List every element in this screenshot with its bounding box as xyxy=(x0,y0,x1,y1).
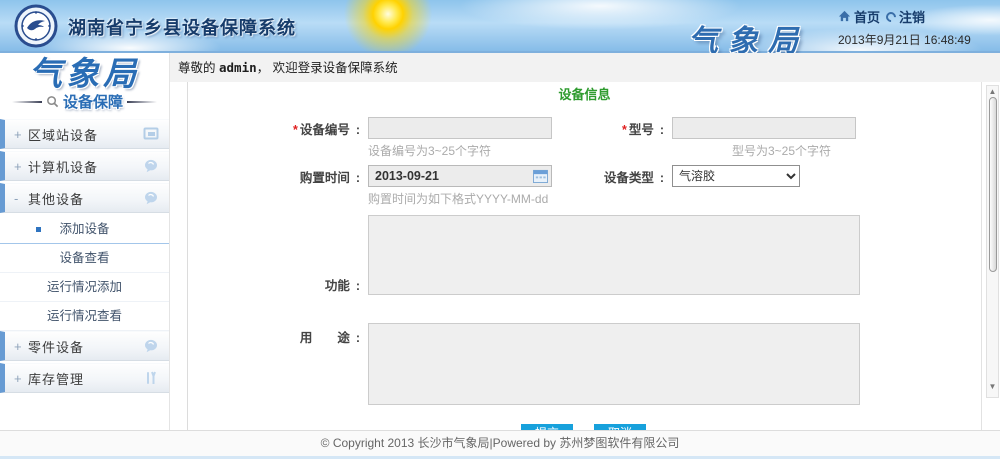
sidebar-item-inventory[interactable]: + 库存管理 xyxy=(0,363,169,393)
comment-icon xyxy=(143,190,159,206)
sidebar-item-label: 库存管理 xyxy=(28,369,143,388)
calendar-icon[interactable] xyxy=(533,169,548,183)
purchase-date-input[interactable] xyxy=(368,165,552,187)
sidebar-submenu-other-devices: 添加设备 设备查看 运行情况添加 运行情况查看 xyxy=(0,215,169,331)
active-bullet-icon xyxy=(36,227,41,232)
expand-plus-icon: + xyxy=(14,339,28,354)
usage-label: 用 途: xyxy=(188,323,360,346)
model-label: *型号: xyxy=(552,119,664,138)
scrollbar-thumb[interactable] xyxy=(989,97,997,272)
sidebar-item-regional-station[interactable]: + 区域站设备 xyxy=(0,119,169,149)
sidebar-menu: + 区域站设备 + 计算机设备 - xyxy=(0,119,169,393)
device-type-label: 设备类型: xyxy=(552,167,664,186)
expand-plus-icon: + xyxy=(14,371,28,386)
comment-icon xyxy=(143,158,159,174)
sidebar-subitem-add-run-status[interactable]: 运行情况添加 xyxy=(0,273,169,302)
comment-icon xyxy=(143,338,159,354)
header: 湖南省宁乡县设备保障系统 气象局 首页 注销 2013年9月21日 16:48:… xyxy=(0,0,1000,53)
model-input[interactable] xyxy=(672,117,856,139)
logout-link-label: 注销 xyxy=(899,7,925,26)
device-no-label: *设备编号: xyxy=(188,119,360,138)
form-title: 设备信息 xyxy=(188,84,981,103)
sidebar-subitem-label: 设备查看 xyxy=(59,251,109,265)
main-content: 尊敬的 admin， 欢迎登录设备保障系统 设备信息 *设备编号: *型号: 设… xyxy=(170,53,1000,430)
header-datetime: 2013年9月21日 16:48:49 xyxy=(838,31,988,48)
decorative-line xyxy=(12,101,42,103)
vertical-scrollbar[interactable]: ▲ ▼ xyxy=(986,85,999,398)
system-title: 湖南省宁乡县设备保障系统 xyxy=(68,14,296,40)
bureau-emblem-logo xyxy=(14,4,58,48)
decorative-line xyxy=(127,101,157,103)
device-type-select[interactable]: 气溶胶 xyxy=(672,165,800,187)
sidebar-logo-subtitle: 设备保障 xyxy=(63,91,123,112)
sidebar-logo: 气象局 设备保障 xyxy=(0,53,169,115)
monitor-icon xyxy=(143,126,159,142)
sidebar-subitem-label: 运行情况查看 xyxy=(47,309,122,323)
required-mark: * xyxy=(293,123,298,137)
required-mark: * xyxy=(622,123,627,137)
function-textarea[interactable] xyxy=(368,215,860,295)
sidebar-subitem-add-device[interactable]: 添加设备 xyxy=(0,215,169,244)
sidebar-subitem-view-run-status[interactable]: 运行情况查看 xyxy=(0,302,169,331)
logout-icon xyxy=(884,9,898,23)
expand-plus-icon: + xyxy=(14,159,28,174)
sidebar-item-parts[interactable]: + 零件设备 xyxy=(0,331,169,361)
scroll-down-arrow-icon[interactable]: ▼ xyxy=(988,382,997,391)
function-label: 功能: xyxy=(188,275,360,298)
sidebar-subitem-label: 运行情况添加 xyxy=(47,280,122,294)
sidebar-logo-title: 气象局 xyxy=(0,55,169,93)
sidebar-subitem-label: 添加设备 xyxy=(59,222,109,236)
device-no-hint: 设备编号为3~25个字符 xyxy=(368,142,732,159)
sidebar: 气象局 设备保障 + 区域站设备 xyxy=(0,53,170,430)
welcome-prefix: 尊敬的 xyxy=(178,61,216,75)
home-icon xyxy=(838,10,851,23)
copyright-text: © Copyright 2013 长沙市气象局|Powered by 苏州梦图软… xyxy=(321,436,680,450)
welcome-suffix: ， 欢迎登录设备保障系统 xyxy=(257,61,398,75)
sidebar-item-label: 计算机设备 xyxy=(28,157,143,176)
magnifier-icon xyxy=(46,95,59,108)
tools-icon xyxy=(143,370,159,386)
scroll-up-arrow-icon[interactable]: ▲ xyxy=(988,87,997,96)
sidebar-item-computer[interactable]: + 计算机设备 xyxy=(0,151,169,181)
footer: © Copyright 2013 长沙市气象局|Powered by 苏州梦图软… xyxy=(0,430,1000,459)
page: 湖南省宁乡县设备保障系统 气象局 首页 注销 2013年9月21日 16:48:… xyxy=(0,0,1000,459)
expand-plus-icon: + xyxy=(14,127,28,142)
usage-textarea[interactable] xyxy=(368,323,860,405)
purchase-date-hint: 购置时间为如下格式YYYY-MM-dd xyxy=(368,190,732,207)
device-no-input[interactable] xyxy=(368,117,552,139)
sidebar-subitem-view-device[interactable]: 设备查看 xyxy=(0,244,169,273)
sidebar-item-label: 其他设备 xyxy=(28,189,143,208)
logout-link[interactable]: 注销 xyxy=(886,7,925,26)
sidebar-item-label: 零件设备 xyxy=(28,337,143,356)
expand-minus-icon: - xyxy=(14,191,28,206)
username: admin xyxy=(219,60,257,75)
form-panel: 设备信息 *设备编号: *型号: 设备编号为3~25个字符 型号为3~25个字符 xyxy=(187,82,982,430)
purchase-date-label: 购置时间: xyxy=(188,167,360,186)
home-link[interactable]: 首页 xyxy=(838,7,880,26)
sidebar-item-label: 区域站设备 xyxy=(28,125,143,144)
home-link-label: 首页 xyxy=(854,7,880,26)
welcome-bar: 尊敬的 admin， 欢迎登录设备保障系统 xyxy=(170,53,1000,82)
model-hint: 型号为3~25个字符 xyxy=(732,142,831,159)
sidebar-item-other-devices[interactable]: - 其他设备 xyxy=(0,183,169,213)
header-nav: 首页 注销 2013年9月21日 16:48:49 xyxy=(838,7,988,48)
